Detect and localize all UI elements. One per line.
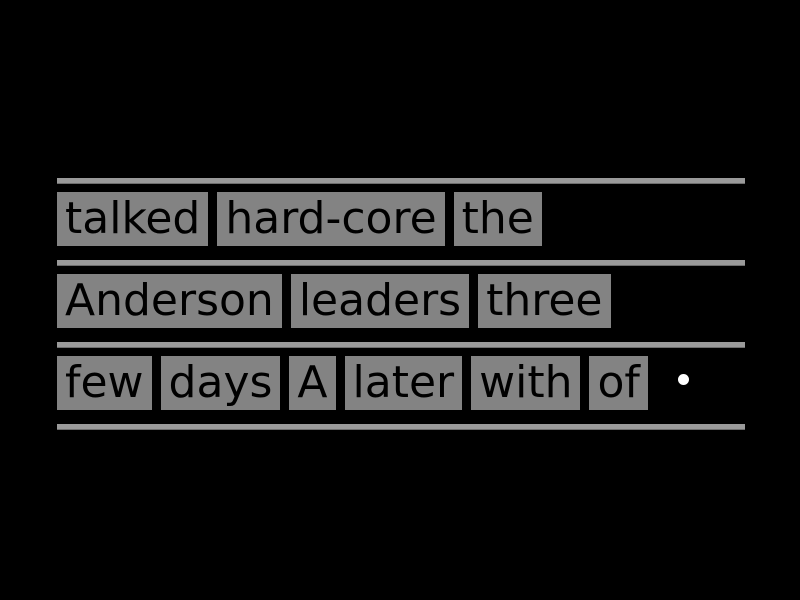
- word-tile[interactable]: Anderson: [57, 274, 282, 328]
- mouse-cursor-dot: [678, 374, 689, 385]
- word-tile[interactable]: days: [160, 356, 281, 410]
- word-tile[interactable]: few: [57, 356, 152, 410]
- word-tile[interactable]: talked: [57, 192, 209, 246]
- screen-canvas: talked hard-core the Anderson leaders th…: [0, 0, 800, 600]
- word-tile[interactable]: leaders: [290, 274, 470, 328]
- word-tile[interactable]: three: [478, 274, 611, 328]
- word-row-1[interactable]: talked hard-core the: [57, 183, 745, 260]
- word-row-2[interactable]: Anderson leaders three: [57, 265, 745, 342]
- word-tile[interactable]: hard-core: [217, 192, 445, 246]
- sentence-arrangement-board: talked hard-core the Anderson leaders th…: [57, 178, 745, 430]
- writing-rule-line-4: [57, 424, 745, 430]
- word-tile[interactable]: A: [289, 356, 336, 410]
- word-tile[interactable]: later: [344, 356, 463, 410]
- word-tile[interactable]: the: [453, 192, 542, 246]
- word-row-3[interactable]: few days A later with of: [57, 347, 745, 424]
- word-tile[interactable]: of: [589, 356, 648, 410]
- word-tile[interactable]: with: [471, 356, 581, 410]
